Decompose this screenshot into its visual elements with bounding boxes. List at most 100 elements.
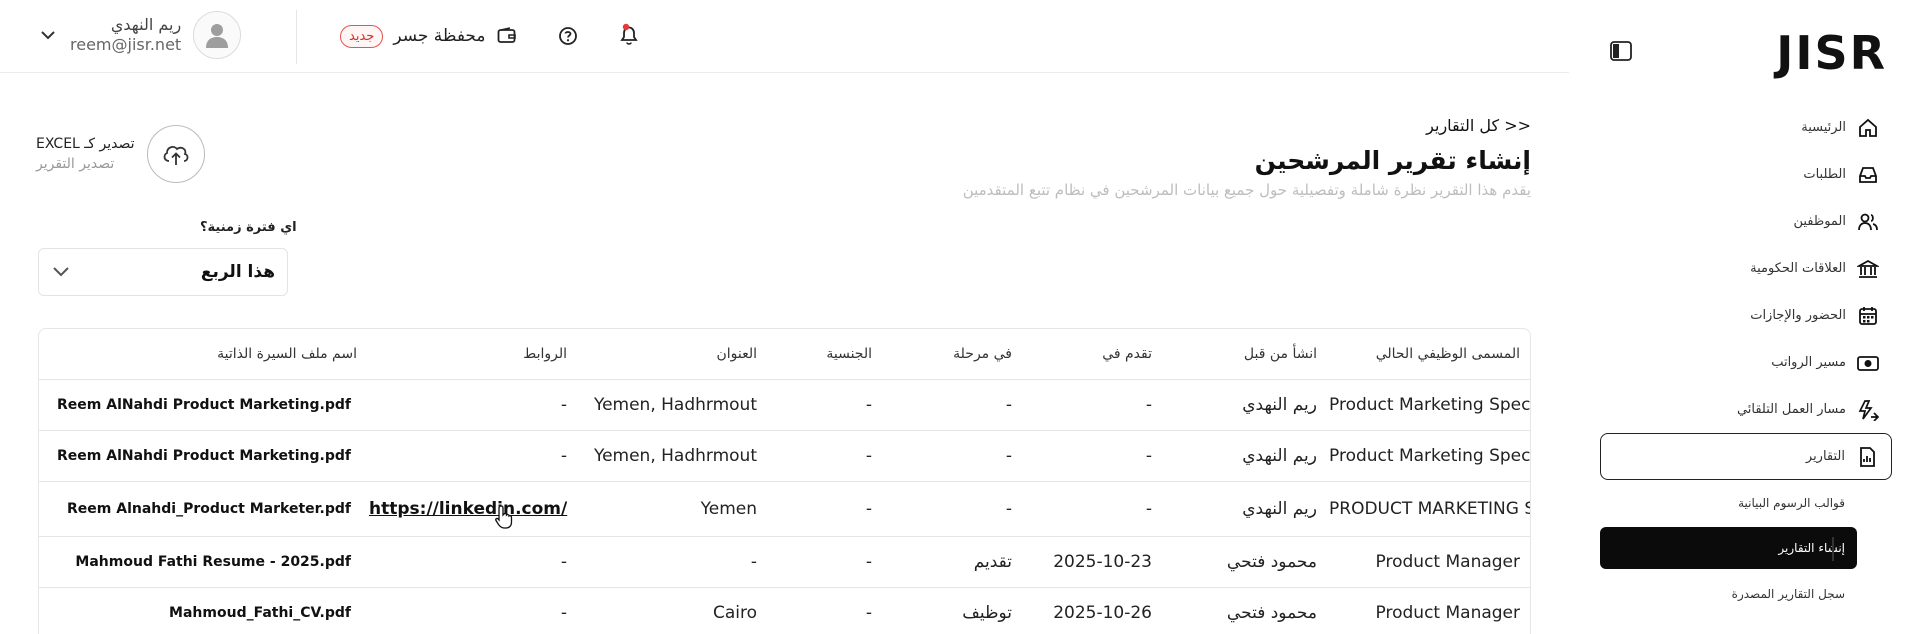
period-value: هذا الربع bbox=[200, 262, 275, 282]
sidebar-item-label: مسير الرواتب bbox=[1771, 355, 1846, 370]
cell-links[interactable]: https://linkedin.com/ bbox=[369, 481, 579, 537]
calendar-icon bbox=[1856, 304, 1880, 328]
sidebar-item-home[interactable]: الرئيسية bbox=[1600, 104, 1892, 151]
header-address[interactable]: العنوان bbox=[579, 329, 769, 380]
sidebar-item-label: العلاقات الحكومية bbox=[1750, 261, 1846, 276]
sidebar-item-payroll[interactable]: مسير الرواتب bbox=[1600, 339, 1892, 386]
users-icon bbox=[1856, 210, 1880, 234]
cell-address: Cairo bbox=[579, 587, 769, 634]
cell-created-by: ريم النهدي bbox=[1164, 430, 1329, 482]
cell-nationality: - bbox=[769, 430, 884, 482]
cell-links: - bbox=[369, 430, 579, 482]
home-icon bbox=[1856, 116, 1880, 140]
wallet-label: محفظة جسر bbox=[393, 26, 486, 46]
header-links[interactable]: الروابط bbox=[369, 329, 579, 380]
cell-applied-on: 2025-10-26 bbox=[1024, 587, 1164, 634]
sidebar-item-attendance[interactable]: الحضور والإجازات bbox=[1600, 292, 1892, 339]
export-text: تصدير كـ EXCEL تصدير التقرير bbox=[36, 136, 135, 172]
submenu-indicator bbox=[1832, 537, 1834, 561]
cell-links: - bbox=[369, 587, 579, 634]
breadcrumb[interactable]: << كل التقارير bbox=[1426, 116, 1531, 135]
divider bbox=[296, 10, 297, 64]
cell-stage: - bbox=[884, 430, 1024, 482]
sidebar-item-label: الرئيسية bbox=[1801, 120, 1846, 135]
candidates-table: اسم ملف السيرة الذاتية الروابط العنوان ا… bbox=[38, 328, 1531, 634]
cell-links: - bbox=[369, 379, 579, 431]
chevron-down-icon[interactable] bbox=[30, 12, 66, 58]
cell-stage: - bbox=[884, 481, 1024, 537]
wallet-button[interactable]: جديد محفظة جسر bbox=[340, 20, 518, 52]
cell-cv[interactable]: Mahmoud_Fathi_CV.pdf bbox=[39, 587, 369, 634]
reports-submenu: قوالب الرسوم البيانية إنشاء التقارير سجل… bbox=[1600, 480, 1892, 616]
cell-job-title: Product Manager bbox=[1329, 587, 1530, 634]
sidebar-item-label: الطلبات bbox=[1803, 167, 1846, 182]
table-header-row: اسم ملف السيرة الذاتية الروابط العنوان ا… bbox=[39, 329, 1530, 380]
sidebar-nav: الرئيسية الطلبات الموظفين العلاقات الحكو… bbox=[1600, 104, 1892, 616]
header-created-by[interactable]: انشأ من قبل bbox=[1164, 329, 1329, 380]
page-description: يقدم هذا التقرير نظرة شاملة وتفصيلية حول… bbox=[962, 181, 1531, 199]
sidebar-item-label: التقارير bbox=[1805, 449, 1845, 464]
help-icon[interactable] bbox=[556, 24, 580, 48]
notification-bell-icon[interactable] bbox=[616, 22, 642, 48]
table-row: Reem Alnahdi_Product Marketer.pdf https:… bbox=[39, 481, 1530, 537]
cell-applied-on: 2025-10-23 bbox=[1024, 536, 1164, 588]
sidebar-item-employees[interactable]: الموظفين bbox=[1600, 198, 1892, 245]
avatar[interactable] bbox=[193, 11, 242, 59]
report-icon bbox=[1855, 445, 1879, 469]
cell-cv[interactable]: Mahmoud Fathi Resume - 2025.pdf bbox=[39, 536, 369, 588]
cell-address: - bbox=[579, 536, 769, 588]
cell-cv[interactable]: Reem AlNahdi Product Marketing.pdf bbox=[39, 379, 369, 431]
new-badge: جديد bbox=[340, 24, 384, 48]
table-row: Reem AlNahdi Product Marketing.pdf - Yem… bbox=[39, 379, 1530, 431]
period-select[interactable]: هذا الربع bbox=[38, 248, 288, 296]
cell-created-by: محمود فتحي bbox=[1164, 536, 1329, 588]
header-job-title[interactable]: المسمى الوظيفي الحالي bbox=[1329, 329, 1530, 380]
bank-icon bbox=[1856, 257, 1880, 281]
cell-nationality: - bbox=[769, 481, 884, 537]
sidebar: JISR الرئيسية الطلبات الموظفين العلاقات … bbox=[1590, 0, 1912, 634]
header-cv[interactable]: اسم ملف السيرة الذاتية bbox=[39, 329, 369, 380]
cell-created-by: ريم النهدي bbox=[1164, 481, 1329, 537]
cell-applied-on: - bbox=[1024, 430, 1164, 482]
chevron-down-icon bbox=[51, 263, 71, 282]
cell-job-title: Product Manager bbox=[1329, 536, 1530, 588]
sidebar-toggle-icon[interactable] bbox=[1609, 40, 1633, 62]
header-nationality[interactable]: الجنسية bbox=[769, 329, 884, 380]
cell-stage: توظيف bbox=[884, 587, 1024, 634]
export-subtitle: تصدير التقرير bbox=[36, 156, 115, 172]
cell-address: Yemen bbox=[579, 481, 769, 537]
user-menu[interactable]: ريم النهدي reem@jisr.net bbox=[30, 11, 242, 59]
cell-cv[interactable]: Reem AlNahdi Product Marketing.pdf bbox=[39, 430, 369, 482]
sidebar-item-government-relations[interactable]: العلاقات الحكومية bbox=[1600, 245, 1892, 292]
upload-cloud-icon[interactable] bbox=[146, 125, 205, 183]
sidebar-item-label: الحضور والإجازات bbox=[1750, 308, 1846, 323]
top-bar: ريم النهدي reem@jisr.net جديد محفظة جسر bbox=[0, 0, 1569, 73]
table-row: Mahmoud Fathi Resume - 2025.pdf - - - تق… bbox=[39, 536, 1530, 588]
sidebar-item-label: الموظفين bbox=[1793, 214, 1846, 229]
user-email: reem@jisr.net bbox=[70, 35, 182, 54]
submenu-create-reports[interactable]: إنشاء التقارير bbox=[1600, 527, 1857, 569]
header-applied-on[interactable]: تقدم في bbox=[1024, 329, 1164, 380]
cell-stage: تقديم bbox=[884, 536, 1024, 588]
submenu-exported-reports-log[interactable]: سجل التقارير المصدرة bbox=[1600, 571, 1892, 616]
cell-created-by: ريم النهدي bbox=[1164, 379, 1329, 431]
jisr-logo[interactable]: JISR bbox=[1776, 26, 1887, 80]
sidebar-item-automation[interactable]: مسار العمل التلقائي bbox=[1600, 386, 1892, 433]
user-name: ريم النهدي bbox=[110, 15, 182, 34]
sidebar-item-requests[interactable]: الطلبات bbox=[1600, 151, 1892, 198]
header-stage[interactable]: في مرحلة bbox=[884, 329, 1024, 380]
cell-created-by: محمود فتحي bbox=[1164, 587, 1329, 634]
export-title: تصدير كـ EXCEL bbox=[36, 136, 135, 152]
cell-stage: - bbox=[884, 379, 1024, 431]
cell-applied-on: - bbox=[1024, 379, 1164, 431]
export-excel-button[interactable]: تصدير كـ EXCEL تصدير التقرير bbox=[36, 125, 205, 183]
table-row: Reem AlNahdi Product Marketing.pdf - Yem… bbox=[39, 430, 1530, 482]
cell-job-title: Product Marketing Specialist bbox=[1329, 430, 1530, 482]
money-icon bbox=[1856, 351, 1880, 375]
cell-cv[interactable]: Reem Alnahdi_Product Marketer.pdf bbox=[39, 481, 369, 537]
sidebar-item-reports[interactable]: التقارير bbox=[1600, 433, 1892, 480]
period-label: اي فترة زمنية؟ bbox=[200, 220, 297, 235]
wallet-icon bbox=[496, 25, 518, 47]
submenu-chart-templates[interactable]: قوالب الرسوم البيانية bbox=[1600, 480, 1892, 525]
cell-links: - bbox=[369, 536, 579, 588]
